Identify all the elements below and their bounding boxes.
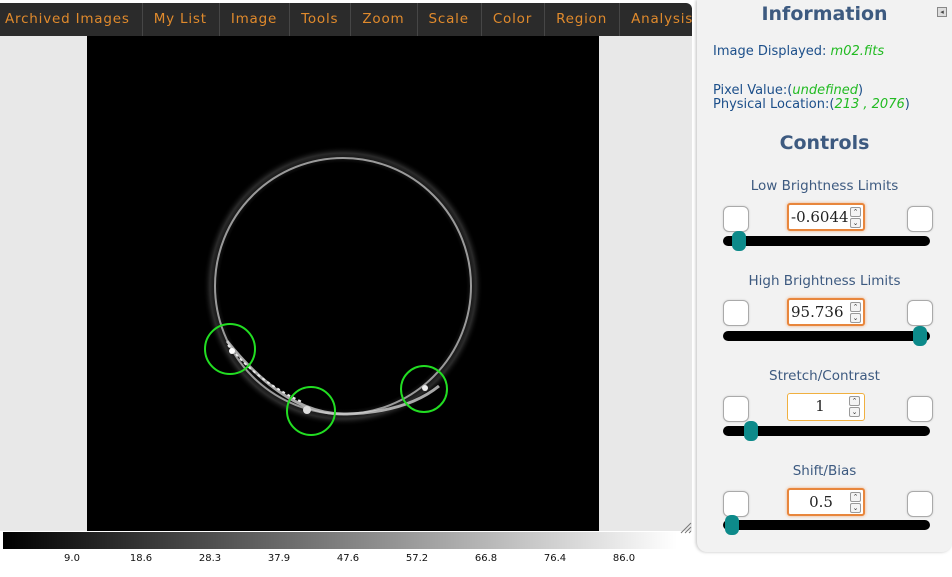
low-brightness-value: -0.6044 bbox=[791, 208, 849, 226]
high-brightness-label: High Brightness Limits bbox=[748, 273, 901, 289]
menu-bar: Archived Images My List Image Tools Zoom… bbox=[0, 3, 692, 36]
menu-tools[interactable]: Tools bbox=[290, 3, 352, 36]
shift-bias-slider[interactable] bbox=[723, 515, 930, 535]
spin-down-icon[interactable]: ⌄ bbox=[850, 313, 861, 323]
resize-grip-icon[interactable] bbox=[678, 520, 692, 534]
corona-glow bbox=[203, 146, 483, 426]
shift-bias-input[interactable]: 0.5 ⌃ ⌄ bbox=[787, 488, 865, 516]
physical-location-line: Physical Location:(213 , 2076) bbox=[713, 97, 910, 112]
shift-bias-value: 0.5 bbox=[809, 493, 833, 511]
stretch-contrast-slider-handle[interactable] bbox=[744, 421, 758, 441]
spin-down-icon[interactable]: ⌄ bbox=[849, 407, 860, 417]
prominence-spot-3 bbox=[422, 385, 428, 391]
menu-color[interactable]: Color bbox=[482, 3, 546, 36]
colorbar-labels: 9.0 18.6 28.3 37.9 47.6 57.2 66.8 76.4 8… bbox=[3, 553, 677, 569]
prominence-spot-2 bbox=[303, 406, 311, 414]
high-brightness-value: 95.736 bbox=[791, 303, 844, 321]
spin-down-icon[interactable]: ⌄ bbox=[850, 503, 861, 513]
spin-up-icon[interactable]: ⌃ bbox=[850, 302, 861, 312]
high-brightness-slider-handle[interactable] bbox=[913, 326, 927, 346]
spin-up-icon[interactable]: ⌃ bbox=[850, 492, 861, 502]
low-brightness-slider-handle[interactable] bbox=[732, 231, 746, 251]
side-panel: Information ◂ Image Displayed: m02.fits … bbox=[697, 0, 952, 552]
colorbar bbox=[3, 532, 677, 549]
menu-zoom[interactable]: Zoom bbox=[351, 3, 418, 36]
menu-analysis[interactable]: Analysis bbox=[620, 3, 705, 36]
app-window: Archived Images My List Image Tools Zoom… bbox=[0, 0, 952, 577]
menu-my-list[interactable]: My List bbox=[143, 3, 220, 36]
menu-scale[interactable]: Scale bbox=[418, 3, 482, 36]
shift-left-checkbox[interactable] bbox=[723, 491, 749, 517]
physical-location-value: 213 , 2076 bbox=[834, 97, 905, 112]
colorbar-tick: 18.6 bbox=[129, 553, 153, 564]
high-brightness-left-checkbox[interactable] bbox=[723, 300, 749, 326]
controls-heading: Controls bbox=[779, 132, 870, 154]
shift-bias-slider-handle[interactable] bbox=[725, 515, 739, 535]
image-displayed-label: Image Displayed: bbox=[713, 44, 831, 59]
stretch-contrast-value: 1 bbox=[815, 397, 825, 415]
stretch-left-checkbox[interactable] bbox=[723, 396, 749, 422]
low-brightness-label: Low Brightness Limits bbox=[750, 178, 899, 194]
colorbar-tick: 28.3 bbox=[198, 553, 222, 564]
high-brightness-right-checkbox[interactable] bbox=[907, 300, 933, 326]
stretch-contrast-label: Stretch/Contrast bbox=[769, 368, 880, 384]
spin-up-icon[interactable]: ⌃ bbox=[849, 396, 860, 406]
image-name-value: m02.fits bbox=[830, 44, 885, 59]
collapse-panel-icon[interactable]: ◂ bbox=[937, 7, 947, 17]
menu-region[interactable]: Region bbox=[545, 3, 621, 36]
image-viewer bbox=[0, 36, 692, 531]
information-heading: Information bbox=[761, 3, 888, 25]
stretch-contrast-slider[interactable] bbox=[723, 421, 930, 441]
colorbar-tick: 57.2 bbox=[405, 553, 429, 564]
colorbar-tick: 9.0 bbox=[64, 553, 80, 564]
prominence-spot-1 bbox=[229, 348, 235, 354]
high-brightness-slider[interactable] bbox=[723, 326, 930, 346]
colorbar-tick: 37.9 bbox=[267, 553, 291, 564]
spin-up-icon[interactable]: ⌃ bbox=[850, 207, 861, 217]
colorbar-tick: 47.6 bbox=[336, 553, 360, 564]
fits-image bbox=[203, 146, 483, 436]
stretch-contrast-input[interactable]: 1 ⌃ ⌄ bbox=[787, 393, 865, 421]
spin-down-icon[interactable]: ⌄ bbox=[850, 218, 861, 228]
pixel-value-label: Pixel Value:( bbox=[713, 83, 793, 98]
pixel-value: undefined bbox=[792, 83, 858, 98]
menu-image[interactable]: Image bbox=[220, 3, 291, 36]
pixel-value-line: Pixel Value:(undefined) bbox=[713, 83, 863, 98]
high-brightness-input[interactable]: 95.736 ⌃ ⌄ bbox=[787, 298, 865, 326]
low-brightness-left-checkbox[interactable] bbox=[723, 206, 749, 232]
shift-bias-label: Shift/Bias bbox=[792, 463, 857, 479]
shift-right-checkbox[interactable] bbox=[907, 491, 933, 517]
colorbar-tick: 76.4 bbox=[543, 553, 567, 564]
colorbar-tick: 66.8 bbox=[474, 553, 498, 564]
low-brightness-right-checkbox[interactable] bbox=[907, 206, 933, 232]
colorbar-tick: 86.0 bbox=[612, 553, 636, 564]
low-brightness-slider[interactable] bbox=[723, 231, 930, 251]
menu-archived-images[interactable]: Archived Images bbox=[0, 3, 143, 36]
pixel-value-close: ) bbox=[857, 83, 864, 98]
low-brightness-input[interactable]: -0.6044 ⌃ ⌄ bbox=[787, 203, 865, 231]
fits-image-canvas[interactable] bbox=[87, 36, 599, 531]
physical-location-label: Physical Location:( bbox=[713, 97, 835, 112]
image-displayed-line: Image Displayed: m02.fits bbox=[713, 44, 884, 59]
stretch-right-checkbox[interactable] bbox=[907, 396, 933, 422]
physical-location-close: ) bbox=[904, 97, 910, 112]
